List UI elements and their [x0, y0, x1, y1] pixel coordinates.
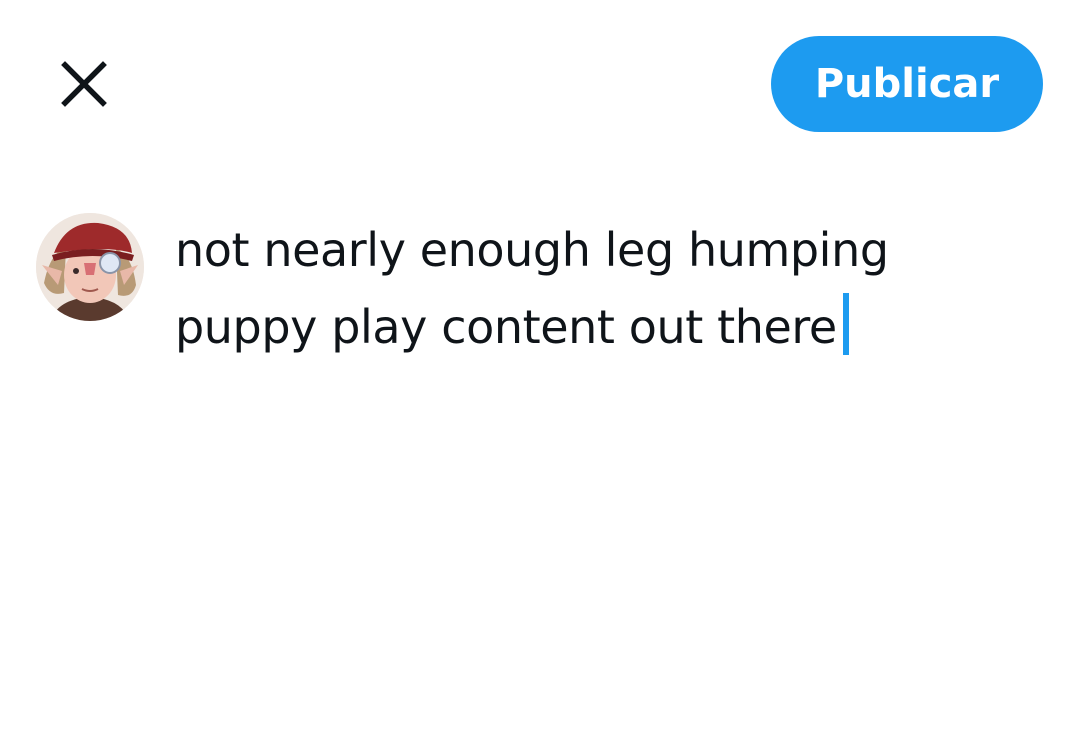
text-cursor — [842, 293, 849, 355]
compose-line-1: not nearly enough leg humping — [175, 223, 889, 277]
close-button[interactable] — [56, 56, 112, 112]
avatar[interactable] — [36, 213, 144, 321]
compose-textarea[interactable]: not nearly enough leg humping puppy play… — [175, 212, 1035, 366]
compose-line-2: puppy play content out there — [175, 300, 837, 354]
close-icon — [61, 61, 107, 107]
publish-button[interactable]: Publicar — [771, 36, 1043, 132]
user-avatar-icon — [36, 213, 144, 321]
